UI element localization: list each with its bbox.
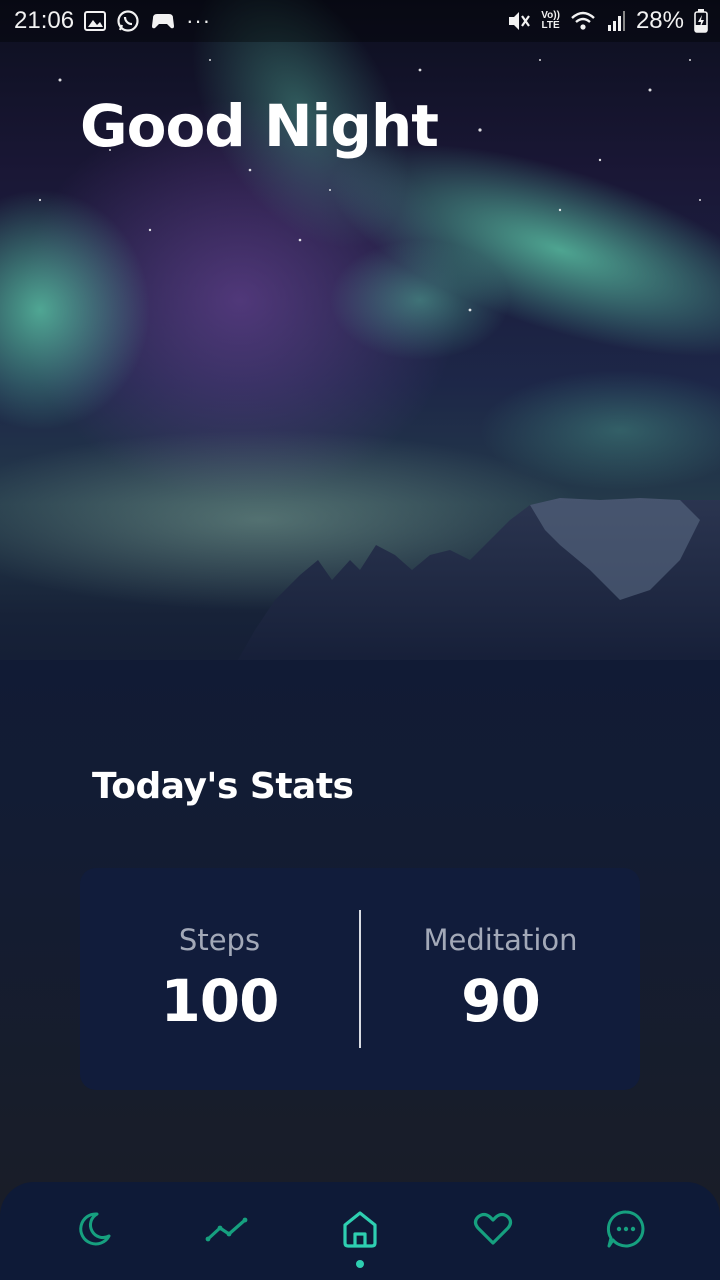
greeting-title: Good Night: [80, 92, 439, 160]
moon-icon: [74, 1209, 114, 1253]
signal-icon: [606, 10, 626, 32]
meditation-value: 90: [461, 967, 541, 1035]
game-icon: [150, 10, 176, 32]
volte-bottom-label: LTE: [541, 20, 560, 31]
nav-favorites[interactable]: [453, 1182, 533, 1280]
chat-bubble-icon: [605, 1208, 647, 1254]
home-icon: [339, 1208, 381, 1254]
bottom-navigation: [0, 1182, 720, 1280]
volte-icon: Vo)) LTE: [541, 11, 560, 31]
image-icon: [84, 11, 107, 31]
nav-stats[interactable]: [187, 1182, 267, 1280]
status-time: 21:06: [14, 7, 75, 34]
stats-section-title: Today's Stats: [92, 766, 354, 807]
nav-sleep[interactable]: [54, 1182, 134, 1280]
steps-label: Steps: [178, 923, 261, 957]
mute-icon: [507, 10, 531, 32]
more-dots-icon: ···: [186, 8, 212, 33]
wifi-icon: [570, 10, 596, 32]
meditation-stat: Meditation 90: [361, 868, 640, 1090]
stats-card: Steps 100 Meditation 90: [80, 868, 640, 1090]
steps-value: 100: [160, 967, 279, 1035]
meditation-label: Meditation: [423, 923, 578, 957]
heart-icon: [472, 1209, 514, 1253]
whatsapp-icon: [116, 9, 140, 33]
battery-charging-icon: [694, 9, 708, 33]
nav-home[interactable]: [320, 1182, 400, 1280]
trend-chart-icon: [205, 1209, 249, 1253]
status-bar: 21:06 ··· Vo)) LTE 28%: [0, 0, 720, 42]
steps-stat: Steps 100: [80, 868, 359, 1090]
nav-active-indicator: [355, 1260, 364, 1268]
battery-percent: 28%: [635, 7, 684, 34]
nav-messages[interactable]: [586, 1182, 666, 1280]
